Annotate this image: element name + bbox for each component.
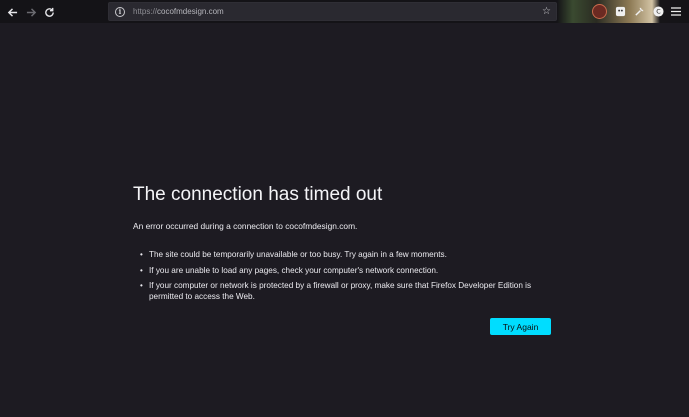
tools-icon[interactable]	[633, 5, 645, 17]
bullet-icon: •	[140, 265, 143, 275]
url-bar[interactable]: i https://cocofmdesign.com ☆	[108, 2, 557, 21]
bullet-icon: •	[140, 281, 143, 290]
back-arrow-icon[interactable]	[3, 3, 21, 21]
url-host: cocofmdesign.com	[157, 7, 224, 16]
hamburger-menu-icon[interactable]	[670, 5, 682, 17]
list-item-text: If your computer or network is protected…	[149, 281, 532, 301]
account-icon[interactable]: C	[652, 5, 664, 17]
error-suggestions-list: • The site could be temporarily unavailab…	[140, 249, 560, 307]
browser-toolbar: i https://cocofmdesign.com ☆ C	[0, 0, 689, 23]
error-page: The connection has timed out An error oc…	[0, 23, 689, 417]
star-icon[interactable]: ☆	[542, 6, 551, 17]
svg-text:C: C	[656, 7, 661, 15]
list-item-text: The site could be temporarily unavailabl…	[149, 250, 447, 259]
error-intro: An error occurred during a connection to…	[133, 221, 358, 231]
try-again-button[interactable]: Try Again	[490, 318, 551, 335]
list-item-text: If you are unable to load any pages, che…	[149, 265, 439, 275]
bullet-icon: •	[140, 250, 143, 259]
forward-arrow-icon[interactable]	[22, 3, 40, 21]
info-icon[interactable]: i	[115, 6, 125, 17]
extension-icon-2[interactable]	[614, 5, 626, 17]
extension-icon[interactable]	[592, 4, 607, 19]
list-item: • If you are unable to load any pages, ch…	[140, 265, 560, 276]
list-item: • If your computer or network is protecte…	[140, 280, 560, 302]
url-scheme: https://	[133, 7, 158, 16]
reload-icon[interactable]	[40, 3, 58, 21]
url-text[interactable]: https://cocofmdesign.com	[133, 7, 224, 16]
page-title: The connection has timed out	[133, 184, 383, 205]
list-item: • The site could be temporarily unavailab…	[140, 249, 560, 260]
